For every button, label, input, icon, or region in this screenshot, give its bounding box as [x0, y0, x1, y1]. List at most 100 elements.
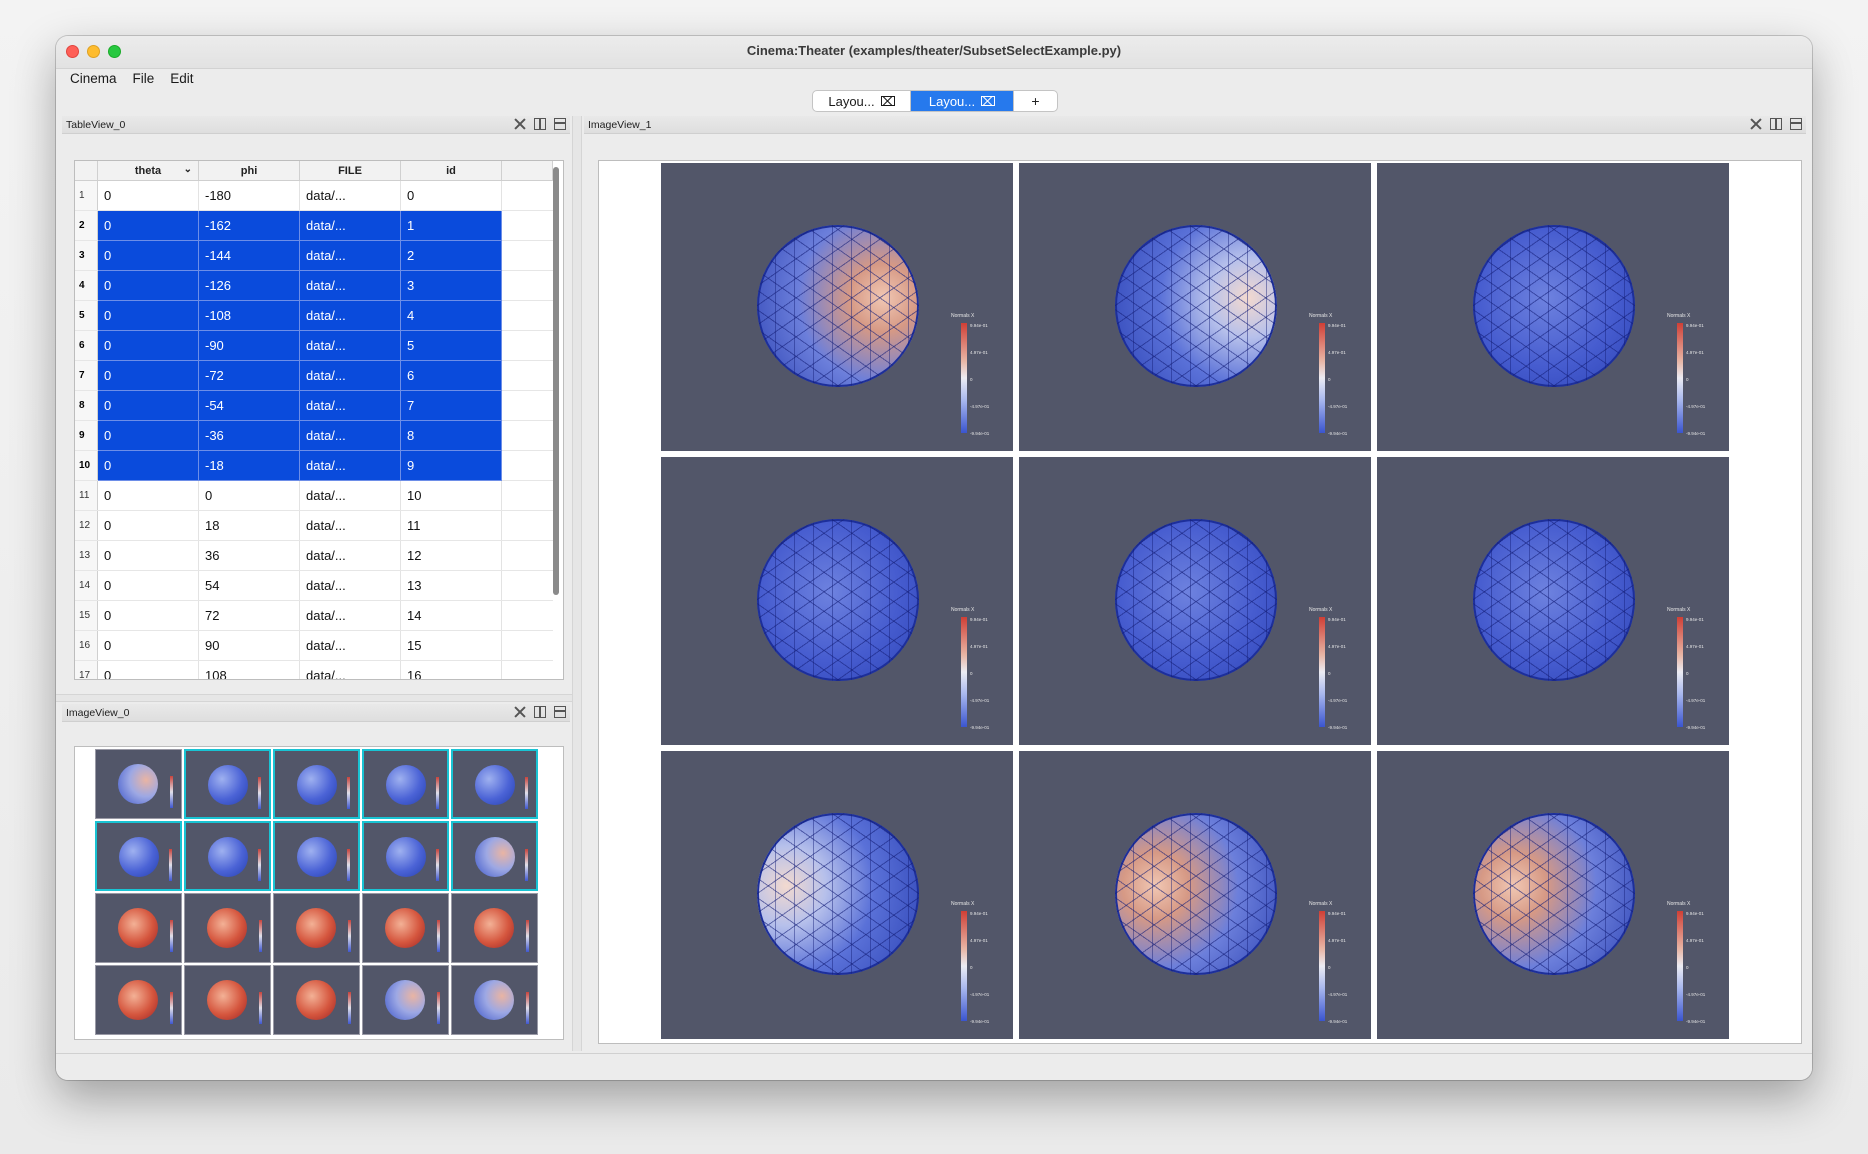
tab-layout-1[interactable]: Layou...: [911, 91, 1013, 111]
table-row[interactable]: 14 0 54 data/... 13: [75, 570, 553, 601]
cell-file[interactable]: data/...: [299, 270, 401, 301]
render-image[interactable]: Normals X 9.94e-01 4.97e-01 0 -4.97e-01 -9.94…: [1019, 163, 1371, 451]
cell-file[interactable]: data/...: [299, 390, 401, 421]
row-number[interactable]: 10: [75, 450, 98, 481]
row-number[interactable]: 9: [75, 420, 98, 451]
table-row[interactable]: 7 0 -72 data/... 6: [75, 360, 553, 391]
cell-phi[interactable]: 90: [198, 630, 300, 661]
row-number[interactable]: 8: [75, 390, 98, 421]
tab-layout-0[interactable]: Layou...: [813, 91, 911, 111]
close-icon[interactable]: [514, 118, 526, 130]
cell-file[interactable]: data/...: [299, 570, 401, 601]
row-number[interactable]: 5: [75, 300, 98, 331]
table-row[interactable]: 16 0 90 data/... 15: [75, 630, 553, 661]
cell-theta[interactable]: 0: [97, 270, 199, 301]
cell-phi[interactable]: -54: [198, 390, 300, 421]
cell-theta[interactable]: 0: [97, 390, 199, 421]
cell-theta[interactable]: 0: [97, 630, 199, 661]
thumbnail[interactable]: [95, 821, 182, 891]
table-row[interactable]: 8 0 -54 data/... 7: [75, 390, 553, 421]
cell-id[interactable]: 12: [400, 540, 502, 571]
horizontal-splitter[interactable]: [56, 694, 572, 702]
table-row[interactable]: 5 0 -108 data/... 4: [75, 300, 553, 331]
column-header-file[interactable]: FILE: [299, 161, 401, 181]
cell-phi[interactable]: -180: [198, 180, 300, 211]
table-row[interactable]: 12 0 18 data/... 11: [75, 510, 553, 541]
row-number[interactable]: 6: [75, 330, 98, 361]
cell-id[interactable]: 6: [400, 360, 502, 391]
thumbnail[interactable]: [451, 749, 538, 819]
cell-theta[interactable]: 0: [97, 300, 199, 331]
thumbnail[interactable]: [362, 893, 449, 963]
cell-file[interactable]: data/...: [299, 330, 401, 361]
cell-phi[interactable]: 0: [198, 480, 300, 511]
cell-id[interactable]: 9: [400, 450, 502, 481]
add-tab-button[interactable]: +: [1013, 91, 1057, 111]
table-scrollbar[interactable]: [553, 167, 559, 595]
row-number[interactable]: 1: [75, 180, 98, 211]
cell-theta[interactable]: 0: [97, 480, 199, 511]
thumbnail[interactable]: [184, 965, 271, 1035]
row-number[interactable]: 16: [75, 630, 98, 661]
thumbnail[interactable]: [273, 893, 360, 963]
thumbnail[interactable]: [184, 749, 271, 819]
render-image[interactable]: Normals X 9.94e-01 4.97e-01 0 -4.97e-01 -9.94…: [1019, 751, 1371, 1039]
cell-file[interactable]: data/...: [299, 420, 401, 451]
cell-id[interactable]: 15: [400, 630, 502, 661]
cell-phi[interactable]: 108: [198, 660, 300, 679]
row-number[interactable]: 3: [75, 240, 98, 271]
cell-id[interactable]: 13: [400, 570, 502, 601]
cell-theta[interactable]: 0: [97, 180, 199, 211]
cell-file[interactable]: data/...: [299, 600, 401, 631]
render-image[interactable]: Normals X 9.94e-01 4.97e-01 0 -4.97e-01 -9.94…: [1019, 457, 1371, 745]
table-row[interactable]: 15 0 72 data/... 14: [75, 600, 553, 631]
row-number[interactable]: 7: [75, 360, 98, 391]
column-header-theta[interactable]: theta ⌄: [97, 161, 199, 181]
cell-file[interactable]: data/...: [299, 300, 401, 331]
thumbnail[interactable]: [451, 965, 538, 1035]
thumbnail[interactable]: [273, 749, 360, 819]
cell-id[interactable]: 2: [400, 240, 502, 271]
table-row[interactable]: 3 0 -144 data/... 2: [75, 240, 553, 271]
column-header-phi[interactable]: phi: [198, 161, 300, 181]
tab-close-icon[interactable]: [981, 96, 996, 106]
split-vertical-icon[interactable]: [534, 118, 546, 130]
thumbnail[interactable]: [362, 749, 449, 819]
cell-id[interactable]: 4: [400, 300, 502, 331]
image-view[interactable]: Normals X 9.94e-01 4.97e-01 0 -4.97e-01 -9.94…: [598, 160, 1802, 1044]
thumbnail[interactable]: [273, 821, 360, 891]
render-image[interactable]: Normals X 9.94e-01 4.97e-01 0 -4.97e-01 -9.94…: [661, 457, 1013, 745]
cell-file[interactable]: data/...: [299, 240, 401, 271]
cell-theta[interactable]: 0: [97, 420, 199, 451]
cell-phi[interactable]: -90: [198, 330, 300, 361]
cell-file[interactable]: data/...: [299, 630, 401, 661]
cell-file[interactable]: data/...: [299, 210, 401, 241]
data-table[interactable]: theta ⌄ phi FILE id 1 0 -180 data/... 0 2 0 -16…: [74, 160, 564, 680]
cell-phi[interactable]: 72: [198, 600, 300, 631]
cell-file[interactable]: data/...: [299, 180, 401, 211]
table-row[interactable]: 17 0 108 data/... 16: [75, 660, 553, 679]
menu-cinema[interactable]: Cinema: [64, 69, 123, 91]
thumbnail[interactable]: [362, 965, 449, 1035]
table-row[interactable]: 4 0 -126 data/... 3: [75, 270, 553, 301]
row-number[interactable]: 13: [75, 540, 98, 571]
split-horizontal-icon[interactable]: [554, 706, 566, 718]
render-image[interactable]: Normals X 9.94e-01 4.97e-01 0 -4.97e-01 -9.94…: [1377, 457, 1729, 745]
cell-file[interactable]: data/...: [299, 450, 401, 481]
thumbnail[interactable]: [184, 821, 271, 891]
cell-file[interactable]: data/...: [299, 480, 401, 511]
cell-id[interactable]: 10: [400, 480, 502, 511]
cell-id[interactable]: 11: [400, 510, 502, 541]
table-row[interactable]: 11 0 0 data/... 10: [75, 480, 553, 511]
cell-phi[interactable]: 54: [198, 570, 300, 601]
cell-phi[interactable]: -162: [198, 210, 300, 241]
cell-phi[interactable]: 36: [198, 540, 300, 571]
row-number[interactable]: 17: [75, 660, 98, 679]
close-icon[interactable]: [1750, 118, 1762, 130]
vertical-splitter[interactable]: [572, 116, 582, 1051]
render-image[interactable]: Normals X 9.94e-01 4.97e-01 0 -4.97e-01 -9.94…: [1377, 751, 1729, 1039]
render-image[interactable]: Normals X 9.94e-01 4.97e-01 0 -4.97e-01 -9.94…: [661, 163, 1013, 451]
table-row[interactable]: 2 0 -162 data/... 1: [75, 210, 553, 241]
cell-id[interactable]: 3: [400, 270, 502, 301]
cell-theta[interactable]: 0: [97, 450, 199, 481]
